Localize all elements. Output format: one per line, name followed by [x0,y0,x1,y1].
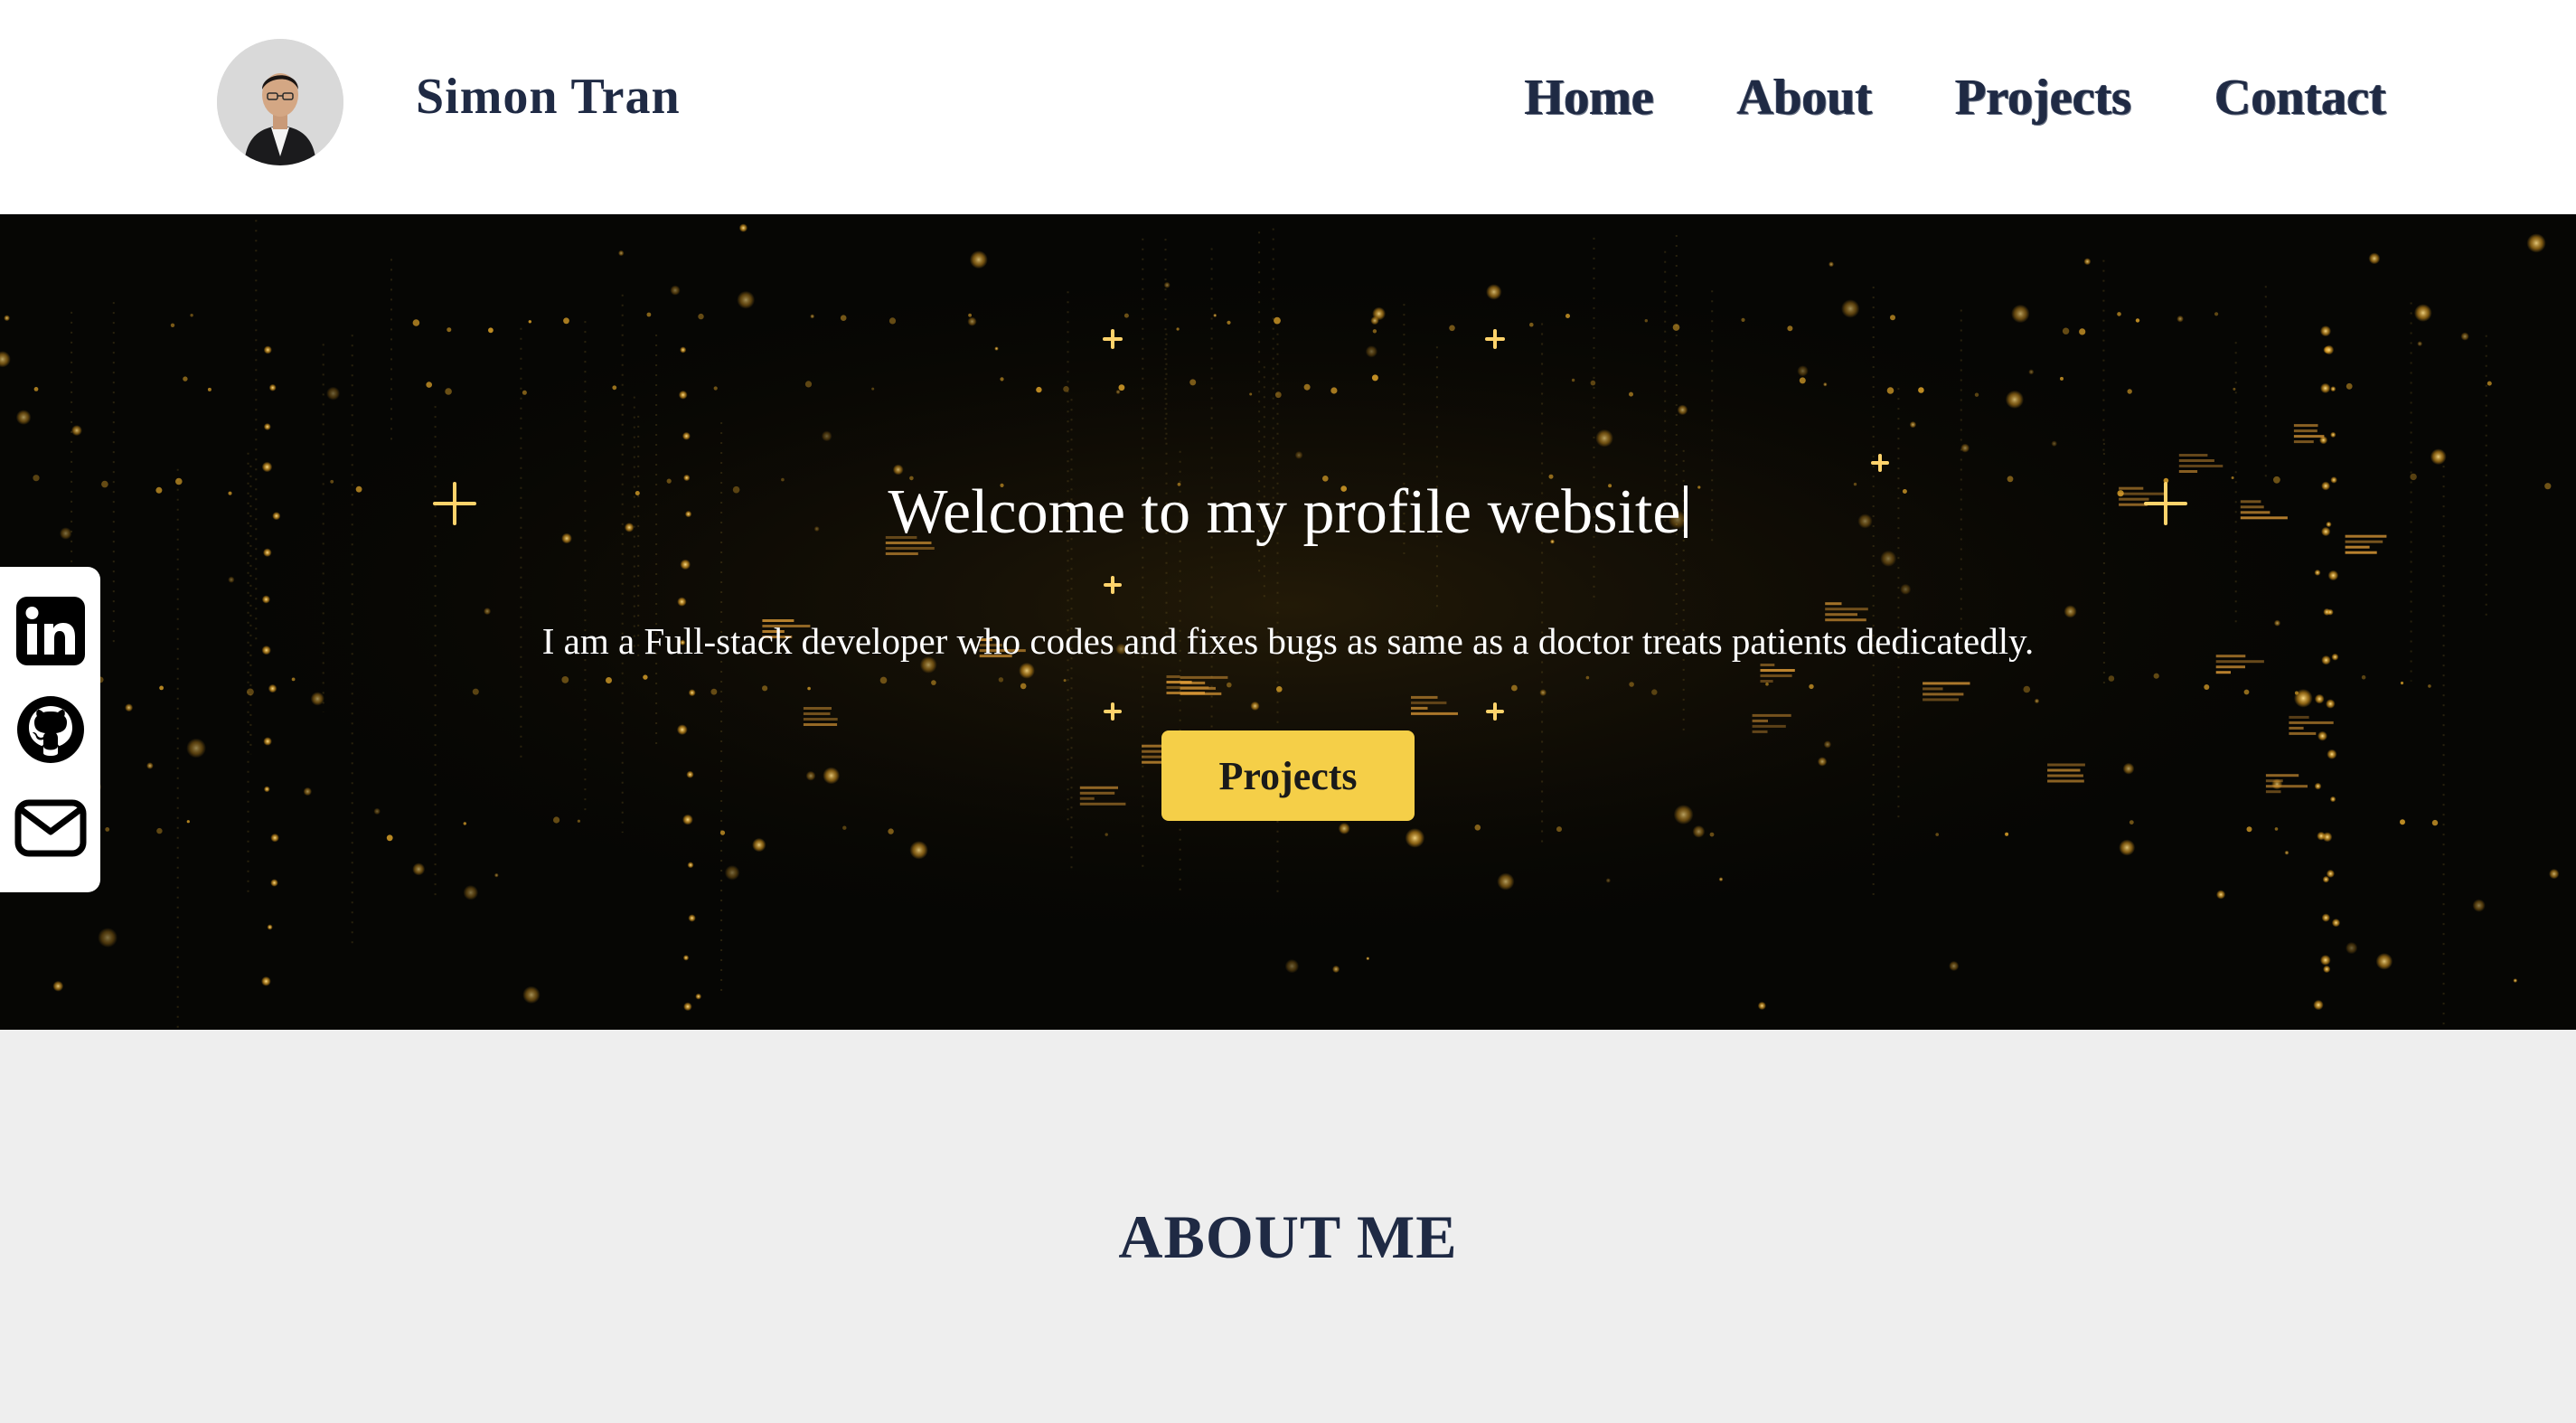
github-link[interactable] [14,693,87,766]
about-section: ABOUT ME [0,1030,2576,1423]
hero-section: Welcome to my profile website I am a Ful… [0,214,2576,1030]
site-header: Simon Tran Home About Projects Contact [0,0,2576,214]
hero-subtitle: I am a Full-stack developer who codes an… [541,620,2035,662]
main-nav: Home About Projects Contact [1525,69,2386,127]
hero-title-text: Welcome to my profile website [888,477,1681,547]
about-heading: ABOUT ME [1118,1202,1458,1271]
nav-about-link[interactable]: About [1737,69,1872,127]
mail-icon [14,799,86,857]
github-icon [16,695,84,763]
nav-home-link[interactable]: Home [1525,69,1654,127]
nav-contact-link[interactable]: Contact [2214,69,2386,127]
social-sidebar [0,567,100,892]
avatar [217,39,343,165]
nav-projects-link[interactable]: Projects [1955,69,2131,127]
projects-button[interactable]: Projects [1161,730,1415,821]
brand-name: Simon Tran [416,69,681,125]
linkedin-link[interactable] [14,595,87,667]
email-link[interactable] [14,792,87,864]
linkedin-icon [15,596,85,665]
hero-title: Welcome to my profile website [0,476,2576,549]
typing-cursor [1684,485,1688,538]
profile-photo [217,39,343,165]
